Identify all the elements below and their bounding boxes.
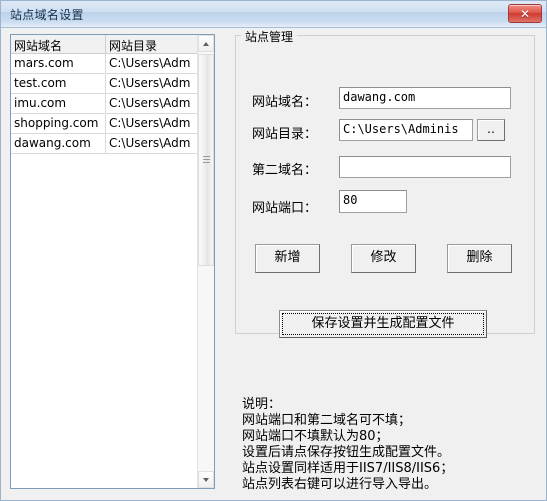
scrollbar-thumb[interactable] [198,54,214,266]
table-row[interactable]: mars.com C:\Users\Adm [11,54,199,74]
cell-domain: imu.com [11,94,106,114]
cell-directory: C:\Users\Adm [106,114,199,134]
label-domain: 网站域名： [252,95,318,110]
close-button[interactable]: ✕ [508,4,542,23]
cell-domain: dawang.com [11,134,106,154]
groupbox-title: 站点管理 [241,28,298,45]
app-window: 站点域名设置 ✕ 网站域名 网站目录 mars.com C:\Users\Adm… [0,0,547,501]
list-vertical-scrollbar[interactable] [197,35,214,488]
column-header-domain[interactable]: 网站域名 [11,35,106,54]
cell-directory: C:\Users\Adm [106,94,199,114]
save-button-label: 保存设置并生成配置文件 [282,313,484,335]
scroll-up-arrow-icon[interactable] [198,35,214,52]
help-text: 说明： 网站端口和第二域名可不填； 网站端口不填默认为80； 设置后请点保存按钮… [242,397,454,492]
cell-domain: mars.com [11,54,106,74]
table-row[interactable]: test.com C:\Users\Adm [11,74,199,94]
port-input[interactable]: 80 [339,190,407,213]
list-header-row: 网站域名 网站目录 [11,35,199,54]
cell-directory: C:\Users\Adm [106,134,199,154]
cell-directory: C:\Users\Adm [106,54,199,74]
column-header-directory[interactable]: 网站目录 [106,35,199,54]
browse-directory-button[interactable]: ‥ [477,119,505,141]
title-bar: 站点域名设置 ✕ [1,1,546,28]
table-row[interactable]: shopping.com C:\Users\Adm [11,114,199,134]
window-title: 站点域名设置 [10,8,84,22]
scrollbar-grip-icon [203,156,210,164]
save-and-generate-config-button[interactable]: 保存设置并生成配置文件 [279,310,487,338]
cell-domain: test.com [11,74,106,94]
add-button[interactable]: 新增 [255,244,320,273]
table-row[interactable]: dawang.com C:\Users\Adm [11,134,199,154]
list-rows: mars.com C:\Users\Adm test.com C:\Users\… [11,54,199,154]
label-port: 网站端口： [252,201,318,216]
client-area: 网站域名 网站目录 mars.com C:\Users\Adm test.com… [1,28,546,500]
directory-input[interactable]: C:\Users\Adminis [339,119,473,141]
close-icon: ✕ [519,7,531,21]
cell-domain: shopping.com [11,114,106,134]
scroll-down-arrow-icon[interactable] [198,471,214,488]
label-second-domain: 第二域名： [252,163,318,178]
label-directory: 网站目录： [252,127,318,142]
site-management-groupbox [235,35,535,334]
delete-button[interactable]: 删除 [447,244,512,273]
edit-button[interactable]: 修改 [351,244,416,273]
cell-directory: C:\Users\Adm [106,74,199,94]
domain-input[interactable]: dawang.com [339,87,511,109]
table-row[interactable]: imu.com C:\Users\Adm [11,94,199,114]
second-domain-input[interactable] [339,156,511,178]
site-list[interactable]: 网站域名 网站目录 mars.com C:\Users\Adm test.com… [10,34,215,489]
